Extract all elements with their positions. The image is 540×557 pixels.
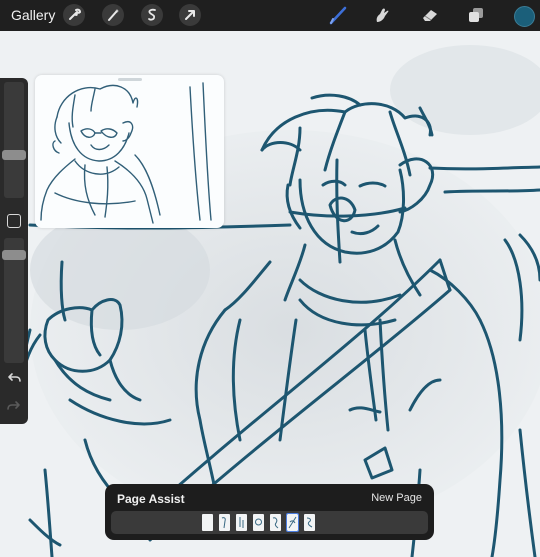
new-page-button[interactable]: New Page [371, 492, 422, 504]
actions-button[interactable] [63, 4, 85, 26]
brush-size-slider[interactable] [2, 82, 26, 198]
brush-tool-button[interactable] [327, 4, 349, 26]
page-assist-title: Page Assist [117, 492, 185, 506]
redo-icon[interactable] [6, 399, 22, 413]
selection-icon [148, 8, 156, 21]
page-thumbnail-sketch [306, 517, 313, 528]
adjustments-button[interactable] [102, 4, 124, 26]
opacity-thumb[interactable] [2, 250, 26, 260]
wrench-icon [69, 8, 82, 20]
undo-icon[interactable] [6, 371, 22, 385]
page-thumbnail[interactable] [236, 514, 247, 531]
layers-button[interactable] [465, 4, 487, 26]
page-thumbnail-sketch [272, 517, 279, 529]
magic-wand-icon [108, 9, 119, 21]
page-thumbnail[interactable] [219, 514, 230, 531]
page-thumbnail-sketch [255, 518, 262, 526]
page-thumbnail-sketch [239, 517, 244, 528]
opacity-slider[interactable] [2, 238, 26, 363]
smudge-icon [376, 8, 389, 22]
page-thumbnail-strip [111, 511, 428, 534]
arrow-cursor-icon [185, 10, 195, 20]
page-thumbnail-sketch [221, 517, 226, 529]
eraser-icon [423, 10, 437, 21]
reference-window-grabber[interactable] [118, 78, 142, 81]
page-thumbnail-sketch [288, 516, 297, 529]
layers-icon [469, 8, 483, 22]
modify-button[interactable] [7, 214, 21, 228]
eraser-tool-button[interactable] [419, 4, 441, 26]
page-assist-panel: Page Assist New Page [105, 484, 434, 540]
page-thumbnail[interactable] [253, 514, 264, 531]
reference-window[interactable] [35, 75, 224, 228]
color-picker-button[interactable] [514, 6, 535, 27]
page-thumbnail[interactable] [304, 514, 315, 531]
page-thumbnail[interactable] [270, 514, 281, 531]
brush-icon [329, 6, 347, 25]
left-sidebar [0, 78, 28, 424]
transform-button[interactable] [179, 4, 201, 26]
reference-sketch [40, 82, 212, 224]
brush-size-thumb[interactable] [2, 150, 26, 160]
page-thumbnail-active[interactable] [286, 513, 299, 532]
gallery-button[interactable]: Gallery [11, 7, 55, 23]
page-thumbnail[interactable] [202, 514, 213, 531]
selection-button[interactable] [141, 4, 163, 26]
top-toolbar: Gallery [0, 0, 540, 31]
smudge-tool-button[interactable] [371, 4, 393, 26]
